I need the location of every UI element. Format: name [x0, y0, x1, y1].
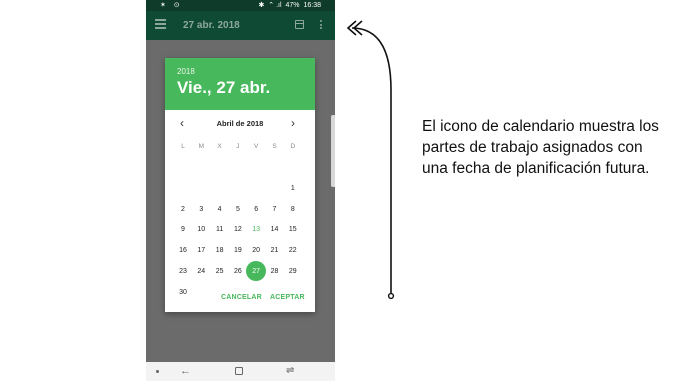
annotation-arrow [346, 20, 395, 300]
annotation-text: El icono de calendario muestra los parte… [422, 118, 659, 177]
